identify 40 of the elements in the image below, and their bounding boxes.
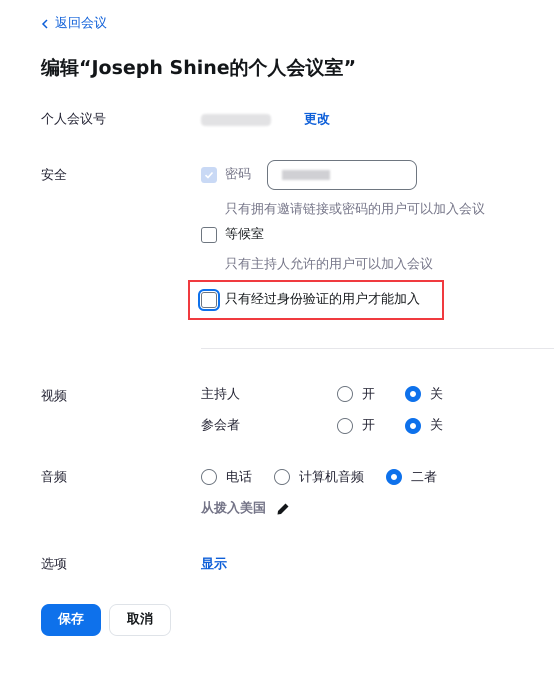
save-button[interactable]: 保存	[41, 604, 101, 636]
option-label: 开	[362, 417, 375, 435]
check-icon	[204, 170, 214, 180]
row-label: 参会者	[201, 417, 241, 435]
option-label: 关	[430, 386, 443, 404]
option-label: 计算机音频	[299, 468, 364, 486]
option-label: 电话	[226, 468, 252, 486]
pencil-icon[interactable]	[276, 502, 290, 516]
option-label: 关	[430, 417, 443, 435]
radio-button[interactable]	[201, 469, 217, 486]
show-link[interactable]: 显示	[201, 554, 227, 574]
field-label: 安全	[41, 166, 68, 184]
change-link[interactable]: 更改	[304, 110, 330, 130]
radio-button[interactable]	[274, 469, 290, 486]
radio-button[interactable]	[337, 418, 353, 434]
option-label: 只有经过身份验证的用户才能加入	[225, 291, 420, 309]
page-title: 编辑“Joseph Shine的个人会议室”	[41, 56, 358, 80]
back-link[interactable]: 返回会议	[41, 14, 554, 34]
hint-text: 只有主持人允许的用户可以加入会议	[224, 256, 434, 274]
option-label: 等候室	[225, 226, 264, 244]
checkbox[interactable]	[201, 292, 217, 308]
radio-button[interactable]	[386, 469, 402, 486]
hint-text: 只有拥有邀请链接或密码的用户可以加入会议	[224, 200, 485, 218]
chevron-left-icon	[41, 18, 49, 29]
checkbox[interactable]	[201, 226, 217, 243]
field-label: 选项	[41, 556, 68, 574]
option-label: 二者	[411, 468, 437, 486]
dial-in-text: 从拨入美国	[201, 500, 266, 518]
field-label: 视频	[41, 388, 68, 406]
row-label: 主持人	[201, 386, 241, 404]
blurred-password	[282, 170, 330, 180]
field-label: 个人会议号	[41, 111, 107, 129]
option-label: 密码	[225, 166, 251, 184]
cancel-button[interactable]: 取消	[109, 604, 171, 636]
radio-button[interactable]	[405, 418, 421, 434]
option-label: 开	[362, 386, 375, 404]
radio-button[interactable]	[405, 386, 421, 402]
radio-button[interactable]	[337, 386, 353, 402]
field-label: 音频	[41, 468, 68, 486]
blurred-number	[201, 114, 271, 126]
